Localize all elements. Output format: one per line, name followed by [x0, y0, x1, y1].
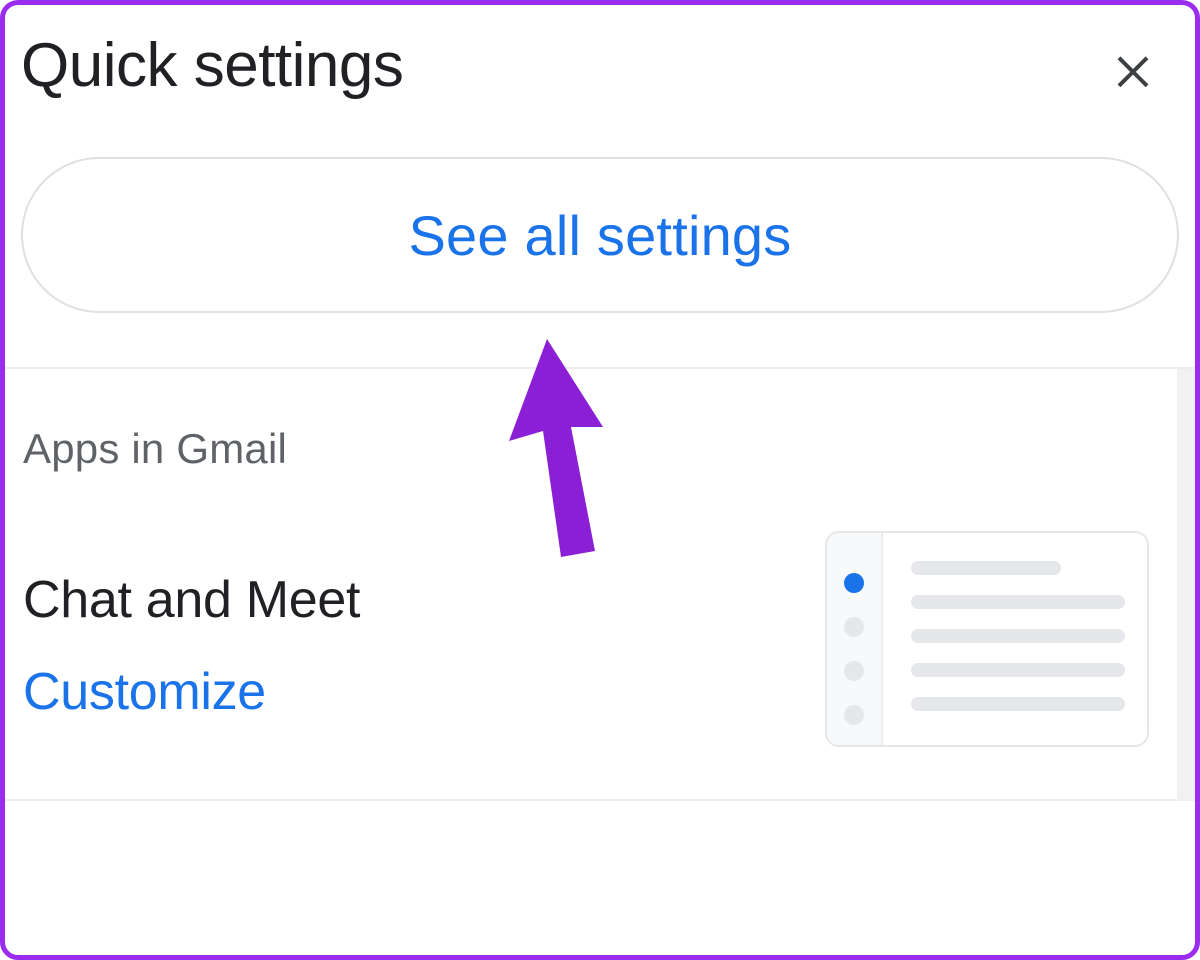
- preview-line: [911, 663, 1125, 677]
- preview-sidebar: [827, 533, 883, 745]
- see-all-settings-button[interactable]: See all settings: [21, 157, 1179, 313]
- see-all-settings-label: See all settings: [409, 203, 792, 268]
- panel-title: Quick settings: [21, 30, 403, 101]
- scroll-region: Apps in Gmail Chat and Meet Customize: [5, 369, 1195, 801]
- preview-dot: [844, 661, 864, 681]
- see-all-settings-wrap: See all settings: [5, 101, 1195, 367]
- preview-line: [911, 561, 1061, 575]
- preview-line: [911, 629, 1125, 643]
- apps-in-gmail-heading: Apps in Gmail: [23, 425, 1177, 473]
- chat-and-meet-text: Chat and Meet Customize: [23, 570, 360, 722]
- preview-dot-active: [844, 573, 864, 593]
- chat-and-meet-preview[interactable]: [825, 531, 1149, 747]
- apps-in-gmail-section: Apps in Gmail Chat and Meet Customize: [5, 369, 1195, 799]
- close-icon: [1109, 45, 1157, 93]
- preview-dot: [844, 617, 864, 637]
- chat-and-meet-title: Chat and Meet: [23, 570, 360, 630]
- preview-line: [911, 697, 1125, 711]
- chat-and-meet-row: Chat and Meet Customize: [23, 545, 1177, 747]
- panel-inner: Quick settings See all settings Apps in …: [5, 5, 1195, 955]
- preview-dot: [844, 705, 864, 725]
- close-button[interactable]: [1101, 37, 1165, 101]
- quick-settings-panel: Quick settings See all settings Apps in …: [0, 0, 1200, 960]
- preview-line: [911, 595, 1125, 609]
- scrollbar-trough[interactable]: [1177, 369, 1195, 801]
- customize-link[interactable]: Customize: [23, 662, 360, 722]
- section-divider: [5, 799, 1177, 801]
- preview-main: [883, 533, 1147, 745]
- panel-header: Quick settings: [5, 5, 1195, 101]
